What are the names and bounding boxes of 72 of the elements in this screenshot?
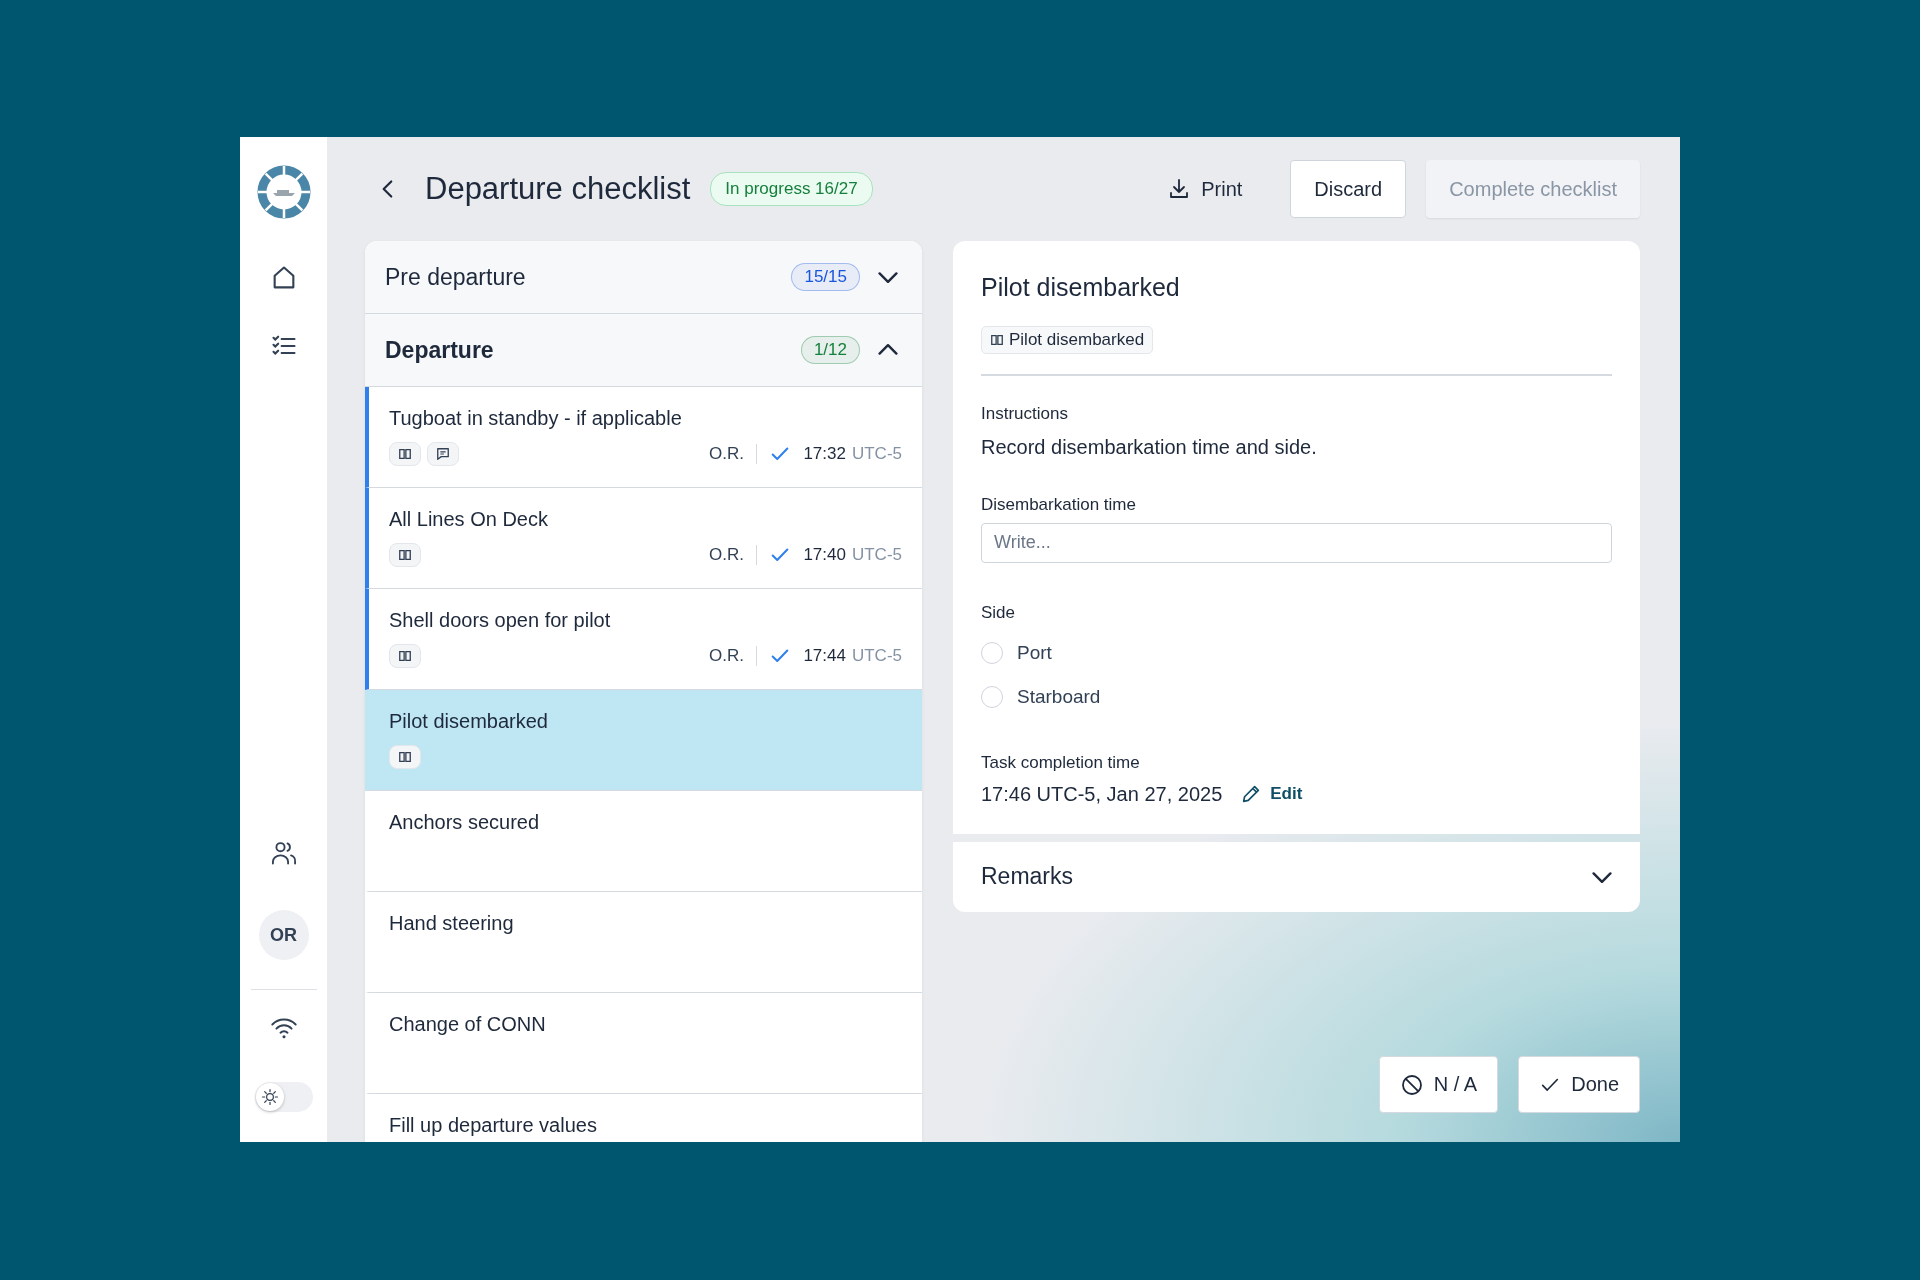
people-icon[interactable] <box>269 839 298 867</box>
item-title: Change of CONN <box>389 1013 547 1036</box>
checklist-item[interactable]: Change of CONN <box>365 993 922 1094</box>
item-title: All Lines On Deck <box>389 508 549 531</box>
field-label: Disembarkation time <box>981 494 1136 515</box>
count-badge: 15/15 <box>791 263 860 291</box>
radio-label: Port <box>1017 641 1052 664</box>
checklist-item[interactable]: Pilot disembarked <box>365 690 922 791</box>
completion-time: 17:40 <box>803 545 846 565</box>
signer-initials: O.R. <box>708 545 744 565</box>
chevron-up-icon <box>878 344 898 356</box>
sun-icon <box>260 1088 279 1106</box>
radio-label: Starboard <box>1017 685 1101 708</box>
edit-button[interactable]: Edit <box>1240 783 1303 805</box>
theme-toggle[interactable] <box>254 1082 313 1112</box>
completion-time: 17:44 <box>803 646 846 666</box>
manual-chip[interactable] <box>389 442 421 466</box>
lifebuoy-logo <box>255 164 312 220</box>
timezone: UTC-5 <box>851 444 902 464</box>
instructions-text: Record disembarkation time and side. <box>981 435 1317 459</box>
radio-option[interactable]: Starboard <box>981 674 1101 719</box>
book-icon <box>990 333 1004 347</box>
remarks-title: Remarks <box>981 863 1073 890</box>
page-title: Departure checklist <box>425 171 691 207</box>
disembarkation-time-field[interactable]: Write... <box>981 522 1612 563</box>
section-title: Pre departure <box>385 263 527 291</box>
prohibited-icon <box>1399 1072 1424 1097</box>
count-badge: 1/12 <box>800 336 860 364</box>
item-title: Tugboat in standby - if applicable <box>389 407 683 430</box>
section-title: Departure <box>385 336 495 364</box>
checklist-item[interactable]: Tugboat in standby - if applicable O.R. 17:32 UTC-5 <box>365 387 922 488</box>
user-avatar[interactable]: OR <box>258 910 309 960</box>
discard-button[interactable]: Discard <box>1290 160 1407 218</box>
checklist-item[interactable]: Hand steering <box>365 892 922 993</box>
comment-chip[interactable] <box>427 442 459 466</box>
completion-time: 17:32 <box>803 444 846 464</box>
book-icon <box>398 548 412 562</box>
section-header[interactable]: Pre departure 15/15 <box>365 241 922 314</box>
completion-datetime: 17:46 UTC-5, Jan 27, 2025 <box>981 782 1223 806</box>
timezone: UTC-5 <box>851 545 902 565</box>
item-title: Fill up departure values <box>389 1114 598 1137</box>
comment-icon <box>436 447 450 461</box>
manual-chip[interactable] <box>389 644 421 668</box>
field-label: Instructions <box>981 403 1068 424</box>
remarks-section[interactable]: Remarks <box>953 841 1640 912</box>
item-title: Pilot disembarked <box>389 710 549 733</box>
manual-reference-chip[interactable]: Pilot disembarked <box>981 326 1154 354</box>
checklist-item[interactable]: Anchors secured <box>365 791 922 892</box>
signer-initials: O.R. <box>708 444 744 464</box>
chevron-down-icon <box>1592 870 1612 883</box>
item-title: Anchors secured <box>389 811 541 834</box>
section-header[interactable]: Departure 1/12 <box>365 314 922 387</box>
not-applicable-button[interactable]: N / A <box>1378 1056 1499 1113</box>
item-title: Hand steering <box>389 912 515 935</box>
checklist-item[interactable]: All Lines On Deck O.R. 17:40 UTC-5 <box>365 488 922 589</box>
book-icon <box>398 750 412 764</box>
checklist-item[interactable]: Fill up departure values <box>365 1094 922 1142</box>
field-label: Task completion time <box>981 752 1140 773</box>
item-title: Shell doors open for pilot <box>389 609 612 632</box>
done-button[interactable]: Done <box>1518 1056 1640 1113</box>
manual-chip[interactable] <box>389 745 421 769</box>
timezone: UTC-5 <box>851 646 902 666</box>
task-title: Pilot disembarked <box>981 273 1180 302</box>
status-badge: In progress 16/27 <box>710 172 873 206</box>
radio-option[interactable]: Port <box>981 630 1052 675</box>
chevron-down-icon <box>878 271 898 283</box>
signer-initials: O.R. <box>708 646 744 666</box>
book-icon <box>398 649 412 663</box>
print-button[interactable]: Print <box>1161 171 1249 207</box>
book-icon <box>398 447 412 461</box>
field-label: Side <box>981 602 1016 623</box>
manual-chip[interactable] <box>389 543 421 567</box>
